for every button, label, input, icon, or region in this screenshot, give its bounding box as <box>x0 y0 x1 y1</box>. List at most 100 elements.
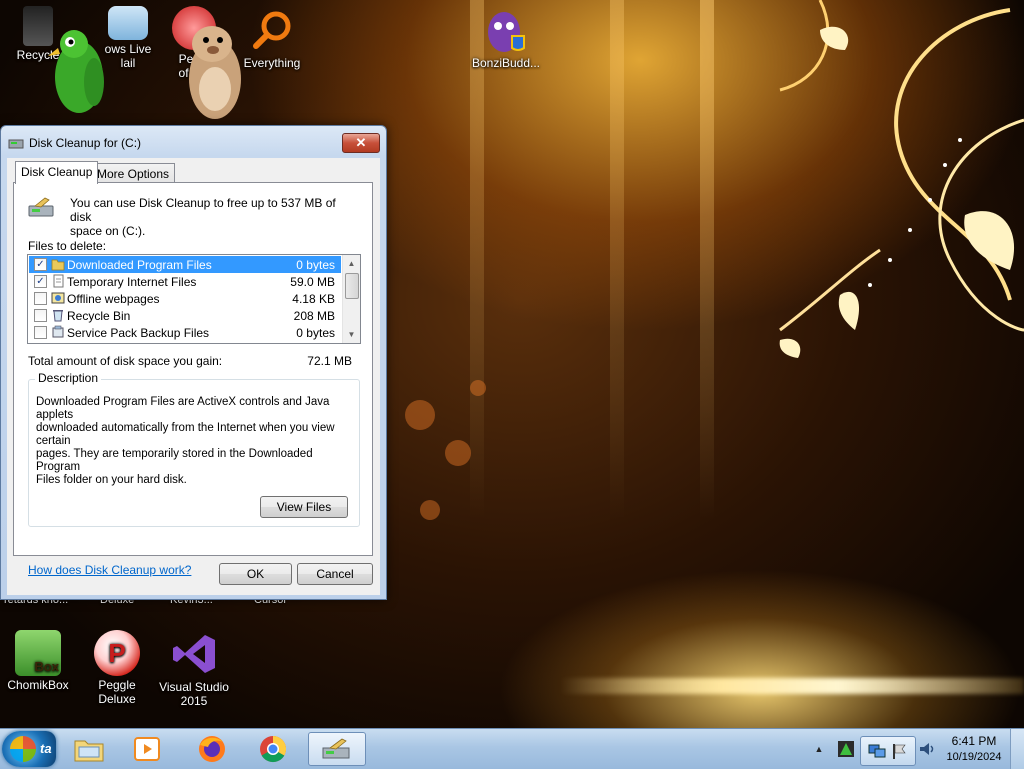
desktop-icon-label: ChomikBox <box>7 678 69 692</box>
clock-date[interactable]: 10/19/2024 <box>940 751 1008 763</box>
desktop-icon-label: Peggle Deluxe <box>98 678 136 706</box>
tab-label: More Options <box>97 167 170 181</box>
list-item-offline-webpages[interactable]: Offline webpages 4.18 KB <box>29 290 341 307</box>
disk-drive-broom-icon <box>28 197 54 217</box>
desktop-icon-label: ows Live <box>104 42 152 56</box>
golden-swirl-decoration <box>779 0 1024 358</box>
peggle-deluxe-icon-letter: P <box>108 637 126 668</box>
taskbar-item-disk-cleanup[interactable] <box>308 732 366 766</box>
bokeh-dot <box>445 440 471 466</box>
bonzibuddy-icon <box>482 6 530 54</box>
scroll-down-arrow-icon[interactable]: ▼ <box>343 326 360 343</box>
file-category-name: Service Pack Backup Files <box>67 326 210 340</box>
total-space-value: 72.1 MB <box>307 354 352 368</box>
tab-more-options[interactable]: More Options <box>91 163 176 184</box>
list-scrollbar[interactable]: ▲ ▼ <box>342 255 360 343</box>
how-does-disk-cleanup-work-link[interactable]: How does Disk Cleanup work? <box>28 563 191 577</box>
close-button[interactable]: ✕ <box>342 133 380 153</box>
desktop-icon-chomikbox[interactable]: Box ChomikBox <box>0 630 76 692</box>
description-group: Description Downloaded Program Files are… <box>28 371 360 527</box>
dialog-client-area: Disk Cleanup More Options You can use Di… <box>7 158 380 595</box>
peggle-deluxe-icon: P <box>94 630 140 676</box>
taskbar-item-file-explorer[interactable] <box>64 732 114 766</box>
desktop-icon-everything[interactable]: Everything <box>234 6 310 70</box>
close-icon: ✕ <box>355 135 367 150</box>
list-item-temporary-internet-files[interactable]: ✓ Temporary Internet Files 59.0 MB <box>29 273 341 290</box>
taskbar-item-media-player[interactable] <box>122 732 172 766</box>
start-button[interactable]: ta <box>2 731 56 767</box>
ok-button[interactable]: OK <box>219 563 292 585</box>
disk-cleanup-title-icon <box>8 139 24 149</box>
files-to-delete-label: Files to delete: <box>28 239 107 253</box>
view-files-button[interactable]: View Files <box>260 496 348 518</box>
tray-app-icon[interactable] <box>836 739 856 759</box>
checkbox-offline-webpages[interactable] <box>34 292 47 305</box>
intro-line: You can use Disk Cleanup to free up to 5… <box>70 196 336 224</box>
light-streak <box>610 0 624 520</box>
folder-icon <box>74 740 104 762</box>
file-category-size: 59.0 MB <box>290 275 335 289</box>
offline-webpage-icon <box>51 292 65 304</box>
taskbar: ta ▲ 6:41 PM 10/19/2024 <box>0 728 1024 769</box>
checkbox-downloaded-program-files[interactable]: ✓ <box>34 258 47 271</box>
chomikbox-icon: Box <box>15 630 61 676</box>
scroll-up-arrow-icon[interactable]: ▲ <box>343 255 360 272</box>
taskbar-item-firefox[interactable] <box>187 732 237 766</box>
dialog-titlebar[interactable]: Disk Cleanup for (C:) ✕ <box>1 126 386 158</box>
show-hidden-icons-icon[interactable]: ▲ <box>808 739 830 759</box>
description-line: Downloaded Program Files are ActiveX con… <box>36 396 330 421</box>
media-player-icon <box>134 737 160 761</box>
clock-time[interactable]: 6:41 PM <box>945 734 1003 748</box>
description-text: Downloaded Program Files are ActiveX con… <box>36 396 354 487</box>
visual-studio-icon <box>170 630 218 678</box>
desktop-icon-peggle-deluxe[interactable]: P Peggle Deluxe <box>79 630 155 706</box>
total-space-label: Total amount of disk space you gain: <box>28 354 223 368</box>
dialog-title: Disk Cleanup for (C:) <box>29 136 142 150</box>
file-category-size: 4.18 KB <box>292 292 335 306</box>
recycle-bin-icon <box>53 310 63 322</box>
tab-disk-cleanup[interactable]: Disk Cleanup <box>15 161 99 184</box>
desktop-icon-windows-live-mail[interactable]: ows Live lail <box>90 6 166 70</box>
light-streak <box>470 0 484 520</box>
desktop-icon-label: Visual Studio 2015 <box>159 680 229 708</box>
light-streak <box>700 0 714 520</box>
desktop-icon-visual-studio[interactable]: Visual Studio 2015 <box>156 630 232 708</box>
tab-label: Disk Cleanup <box>21 165 93 179</box>
volume-icon[interactable] <box>918 740 936 758</box>
tray-active-area[interactable] <box>860 736 916 766</box>
file-category-name: Recycle Bin <box>67 309 131 323</box>
taskbar-item-chrome[interactable] <box>248 732 298 766</box>
show-desktop-button[interactable] <box>1010 729 1024 769</box>
list-item-service-pack-backup-files[interactable]: Service Pack Backup Files 0 bytes <box>29 324 341 341</box>
checkbox-recycle-bin[interactable] <box>34 309 47 322</box>
files-to-delete-list[interactable]: ✓ Downloaded Program Files 0 bytes ✓ Tem… <box>27 254 361 344</box>
cancel-button[interactable]: Cancel <box>297 563 373 585</box>
firefox-icon <box>199 736 225 762</box>
network-icon[interactable] <box>867 741 887 761</box>
description-line: Files folder on your hard disk. <box>36 474 187 486</box>
desktop-icon-label: lail <box>120 56 136 70</box>
desktop-icon-label: Everything <box>243 56 301 70</box>
desktop-icon-label: BonziBudd... <box>471 56 541 70</box>
checkbox-temporary-internet-files[interactable]: ✓ <box>34 275 47 288</box>
windows-logo-icon <box>10 736 36 762</box>
bokeh-dot <box>405 400 435 430</box>
backup-files-icon <box>52 325 64 338</box>
windows-live-mail-icon <box>108 6 148 40</box>
check-mark-icon: ✓ <box>36 259 45 270</box>
action-center-flag-icon[interactable] <box>889 741 909 761</box>
file-category-name: Downloaded Program Files <box>67 258 212 272</box>
list-item-downloaded-program-files[interactable]: ✓ Downloaded Program Files 0 bytes <box>29 256 341 273</box>
checkbox-service-pack-backup-files[interactable] <box>34 326 47 339</box>
chrome-icon <box>260 735 287 763</box>
horizon-glow <box>560 678 1024 694</box>
scrollbar-thumb[interactable] <box>345 273 359 299</box>
desktop-icon-bonzibuddy[interactable]: BonziBudd... <box>468 6 544 70</box>
list-item-recycle-bin[interactable]: Recycle Bin 208 MB <box>29 307 341 324</box>
description-title: Description <box>35 371 102 385</box>
description-line: pages. They are temporarily stored in th… <box>36 448 313 473</box>
search-magnifier-icon <box>248 6 296 54</box>
file-category-size: 208 MB <box>293 309 335 323</box>
folder-icon <box>51 259 65 271</box>
disk-cleanup-dialog: Disk Cleanup for (C:) ✕ Disk Cleanup Mor… <box>0 125 387 600</box>
